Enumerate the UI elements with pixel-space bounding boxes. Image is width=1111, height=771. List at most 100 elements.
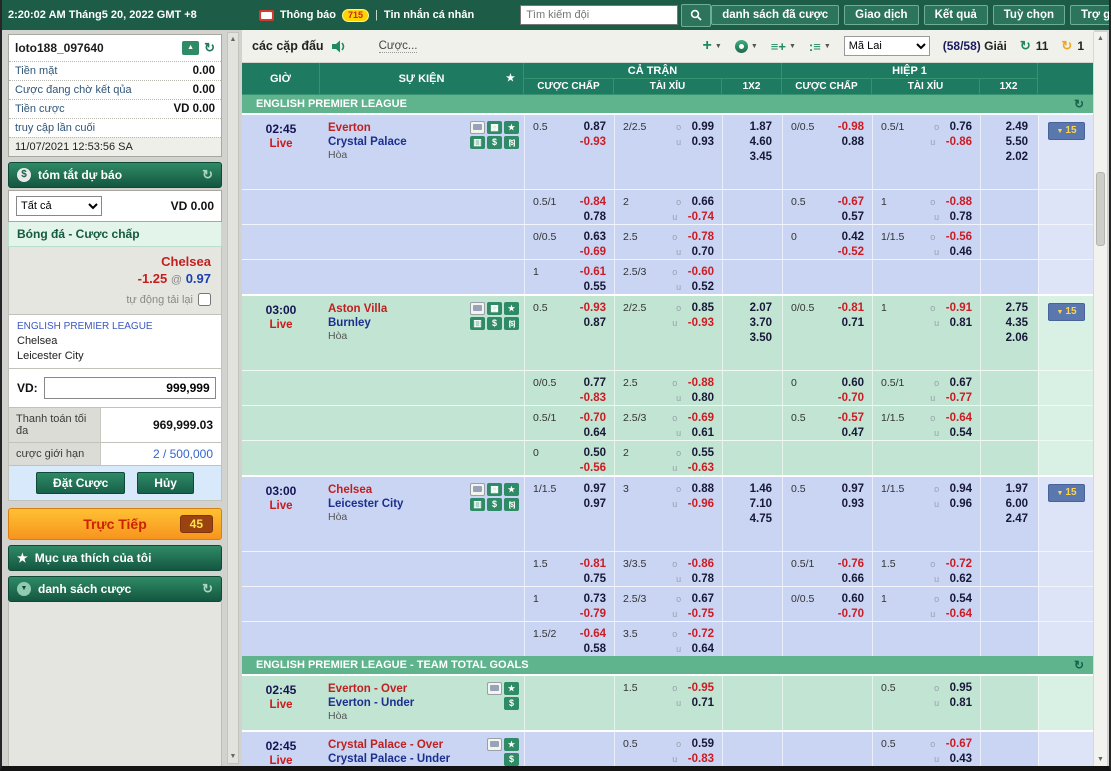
tv-icon[interactable] <box>470 483 485 496</box>
odds-value[interactable]: -0.70 <box>838 608 864 620</box>
odds-value[interactable]: 1.97 <box>1006 483 1028 495</box>
cash-icon[interactable] <box>504 498 519 511</box>
star-icon[interactable] <box>504 738 519 751</box>
odds-value[interactable]: -0.72 <box>946 558 972 570</box>
odds-value[interactable]: 0.70 <box>692 246 714 258</box>
odds-value[interactable]: 0.97 <box>842 483 864 495</box>
odds-value[interactable]: 2.49 <box>1006 121 1028 133</box>
scroll-up-icon[interactable]: ▲ <box>1094 35 1107 42</box>
odds-value[interactable]: -0.81 <box>838 302 864 314</box>
odds-value[interactable]: -0.60 <box>688 266 714 278</box>
odds-value[interactable]: 0.66 <box>692 196 714 208</box>
odds-value[interactable]: 0.88 <box>692 483 714 495</box>
odds-value[interactable]: 0.93 <box>692 136 714 148</box>
odds-value[interactable]: 2.06 <box>1006 332 1028 344</box>
collapse-button[interactable]: ▲ <box>182 41 199 55</box>
odds-value[interactable]: -0.57 <box>838 412 864 424</box>
odds-value[interactable]: -0.75 <box>688 608 714 620</box>
search-button[interactable] <box>681 4 711 27</box>
star-icon[interactable] <box>504 682 519 695</box>
odds-value[interactable]: 2.07 <box>750 302 772 314</box>
odds-value[interactable]: -0.74 <box>688 211 714 223</box>
chart-icon[interactable] <box>470 317 485 330</box>
odds-value[interactable]: -0.52 <box>838 246 864 258</box>
odds-value[interactable]: 3.70 <box>750 317 772 329</box>
odds-value[interactable]: 0.47 <box>842 427 864 439</box>
scroll-up-icon[interactable]: ▲ <box>228 36 238 43</box>
odds-value[interactable]: -0.78 <box>688 231 714 243</box>
bet-list-header[interactable]: ▼ danh sách cược ↻ <box>8 576 222 602</box>
odds-value[interactable]: 0.77 <box>584 377 606 389</box>
grid-icon[interactable] <box>487 121 502 134</box>
odds-value[interactable]: -0.69 <box>580 246 606 258</box>
preferences-button[interactable]: Tuỳ chọn <box>993 5 1065 25</box>
odds-value[interactable]: -0.96 <box>688 498 714 510</box>
refresh-timer-green[interactable]: ↻11 <box>1020 38 1049 54</box>
odds-value[interactable]: 4.60 <box>750 136 772 148</box>
odds-value[interactable]: 0.67 <box>950 377 972 389</box>
odds-value[interactable]: -0.70 <box>580 412 606 424</box>
league-count[interactable]: (58/58) Giải <box>943 39 1007 53</box>
odds-value[interactable]: 2.02 <box>1006 151 1028 163</box>
odds-value[interactable]: 0.63 <box>584 231 606 243</box>
tv-icon[interactable] <box>487 682 502 695</box>
messages-link[interactable]: Tin nhắn cá nhân <box>384 9 474 21</box>
odds-value[interactable]: -0.98 <box>838 121 864 133</box>
odds-value[interactable]: -0.76 <box>838 558 864 570</box>
dollar-icon[interactable] <box>504 753 519 766</box>
odds-value[interactable]: 0.80 <box>692 392 714 404</box>
odds-value[interactable]: -0.63 <box>688 462 714 474</box>
odds-value[interactable]: -0.64 <box>580 628 606 640</box>
odds-value[interactable]: -0.93 <box>580 136 606 148</box>
odds-value[interactable]: 0.50 <box>584 447 606 459</box>
star-icon[interactable] <box>504 302 519 315</box>
add-view-button[interactable]: +▼ <box>703 39 722 53</box>
cash-icon[interactable] <box>504 317 519 330</box>
odds-value[interactable]: -0.93 <box>580 302 606 314</box>
odds-value[interactable]: -0.81 <box>580 558 606 570</box>
odds-value[interactable]: -0.86 <box>688 558 714 570</box>
transactions-button[interactable]: Giao dịch <box>844 5 918 25</box>
odds-value[interactable]: 0.54 <box>950 427 972 439</box>
refresh-timer-orange[interactable]: ↻1 <box>1061 38 1084 54</box>
odds-value[interactable]: 0.75 <box>584 573 606 585</box>
odds-value[interactable]: 2.75 <box>1006 302 1028 314</box>
odds-value[interactable]: -0.77 <box>946 392 972 404</box>
stake-input[interactable] <box>44 377 216 399</box>
forecast-header[interactable]: $ tóm tắt dự báo ↻ <box>8 162 222 188</box>
odds-value[interactable]: 0.62 <box>950 573 972 585</box>
odds-value[interactable]: 0.52 <box>692 281 714 293</box>
more-markets-button[interactable]: ▼15 <box>1048 484 1085 502</box>
grid-icon[interactable] <box>487 302 502 315</box>
help-button[interactable]: Trợ giúp <box>1070 5 1111 25</box>
odds-value[interactable]: 3.50 <box>750 332 772 344</box>
odds-value[interactable]: 0.76 <box>950 121 972 133</box>
dollar-icon[interactable] <box>504 697 519 710</box>
odds-value[interactable]: 0.94 <box>950 483 972 495</box>
odds-value[interactable]: 4.75 <box>750 513 772 525</box>
odds-value[interactable]: 4.35 <box>1006 317 1028 329</box>
odds-value[interactable]: 0.46 <box>950 246 972 258</box>
odds-value[interactable]: 0.64 <box>584 427 606 439</box>
sidebar-scrollbar[interactable]: ▲ ▼ <box>227 32 239 764</box>
tv-icon[interactable] <box>487 738 502 751</box>
odds-value[interactable]: 0.58 <box>584 643 606 655</box>
odds-value[interactable]: -0.79 <box>580 608 606 620</box>
scroll-down-icon[interactable]: ▼ <box>1094 756 1107 763</box>
odds-value[interactable]: 0.71 <box>842 317 864 329</box>
star-icon[interactable] <box>504 483 519 496</box>
odds-value[interactable]: 0.61 <box>692 427 714 439</box>
scrollbar-thumb[interactable] <box>1096 172 1105 246</box>
dollar-icon[interactable] <box>487 136 502 149</box>
bet-list-button[interactable]: danh sách đã cược <box>711 5 839 25</box>
favorites-header[interactable]: ★ Mục ưa thích của tôi <box>8 545 222 571</box>
odds-value[interactable]: 0.85 <box>692 302 714 314</box>
odds-value[interactable]: -0.84 <box>580 196 606 208</box>
league-header[interactable]: ENGLISH PREMIER LEAGUE↻ <box>242 95 1094 113</box>
odds-value[interactable]: -0.83 <box>580 392 606 404</box>
odds-value[interactable]: 0.54 <box>950 593 972 605</box>
chart-icon[interactable] <box>470 498 485 511</box>
live-button[interactable]: Trực Tiếp 45 <box>8 508 222 540</box>
place-bet-button[interactable]: Đặt Cược <box>36 472 125 494</box>
star-icon[interactable] <box>504 121 519 134</box>
